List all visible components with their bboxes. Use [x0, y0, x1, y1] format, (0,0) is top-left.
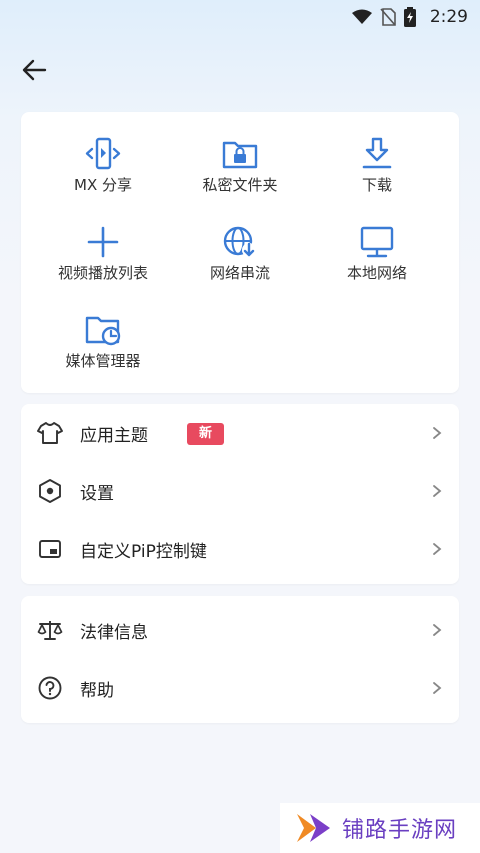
status-bar: 2:29 [0, 0, 480, 34]
wifi-icon [351, 9, 372, 24]
no-sim-icon [380, 8, 396, 26]
legal-info-item[interactable]: 法律信息 [21, 601, 459, 659]
settings-label: 设置 [80, 483, 114, 504]
download-button[interactable]: 下载 [304, 136, 450, 195]
arrow-left-icon [22, 59, 47, 81]
network-stream-label: 网络串流 [209, 264, 270, 282]
chevron-right-icon [433, 427, 442, 439]
mx-share-button[interactable]: MX 分享 [30, 136, 176, 195]
chevron-right-icon [433, 682, 442, 694]
clock: 2:29 [429, 7, 468, 27]
media-manager-label: 媒体管理器 [65, 352, 141, 370]
local-network-label: 本地网络 [346, 264, 407, 282]
chevron-right-icon [433, 485, 442, 497]
scale-icon [37, 621, 63, 640]
settings-menu-card: 应用主题 新 设置 自定义PiP控制键 [21, 404, 459, 584]
legal-info-label: 法律信息 [80, 622, 148, 643]
mx-share-icon [85, 137, 121, 170]
app-theme-label: 应用主题 [80, 425, 148, 446]
add-playlist-icon [87, 226, 119, 258]
download-icon [362, 137, 392, 169]
private-folder-button[interactable]: 私密文件夹 [167, 136, 313, 195]
media-manager-button[interactable]: 媒体管理器 [30, 312, 176, 371]
mx-share-label: MX 分享 [74, 176, 132, 194]
private-folder-label: 私密文件夹 [202, 176, 278, 194]
help-item[interactable]: 帮助 [21, 659, 459, 717]
watermark-text: 铺路手游网 [342, 818, 458, 843]
watermark: 铺路手游网 [280, 803, 480, 853]
app-theme-item[interactable]: 应用主题 新 [21, 404, 459, 462]
chevron-right-icon [433, 624, 442, 636]
private-folder-icon [222, 141, 258, 169]
network-stream-button[interactable]: 网络串流 [167, 224, 313, 283]
media-manager-icon [85, 316, 121, 346]
local-network-button[interactable]: 本地网络 [304, 224, 450, 283]
settings-item[interactable]: 设置 [21, 462, 459, 520]
battery-charging-icon [403, 7, 416, 27]
hexagon-settings-icon [39, 479, 61, 503]
feature-grid-card: MX 分享 私密文件夹 下载 视频播放列表 网络串流 本地网络 媒体管理器 [21, 112, 459, 393]
info-menu-card: 法律信息 帮助 [21, 596, 459, 723]
custom-pip-controls-label: 自定义PiP控制键 [80, 541, 207, 562]
video-playlist-label: 视频播放列表 [57, 264, 148, 282]
pip-icon [39, 540, 61, 558]
new-badge: 新 [187, 423, 225, 445]
help-label: 帮助 [80, 680, 114, 701]
back-button[interactable] [18, 54, 50, 86]
download-label: 下载 [361, 176, 392, 194]
network-stream-icon [223, 226, 256, 257]
shirt-icon [37, 422, 63, 444]
custom-pip-controls-item[interactable]: 自定义PiP控制键 [21, 520, 459, 578]
local-network-icon [360, 226, 394, 258]
watermark-logo-icon [297, 814, 330, 842]
chevron-right-icon [433, 543, 442, 555]
help-icon [38, 676, 62, 700]
video-playlist-button[interactable]: 视频播放列表 [30, 224, 176, 283]
